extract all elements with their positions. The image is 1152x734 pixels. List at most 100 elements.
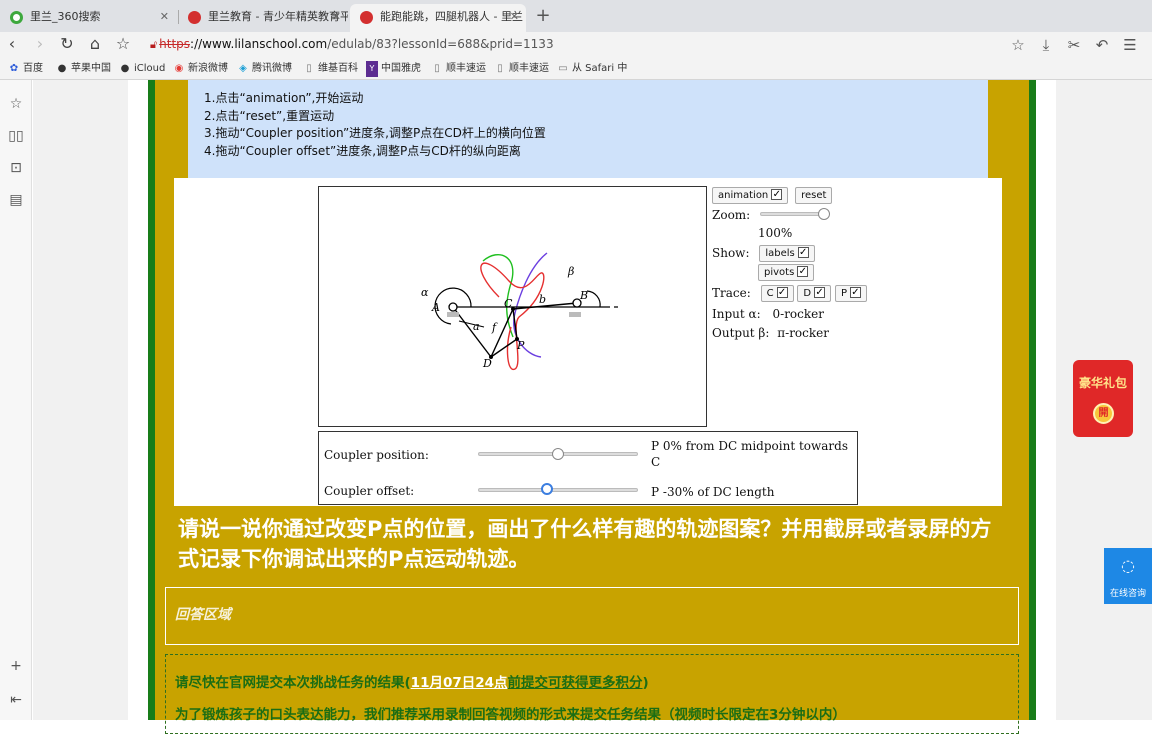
pivots-checkbox[interactable]: ✓ bbox=[797, 265, 809, 277]
forward-icon[interactable]: › bbox=[30, 34, 50, 54]
bookmark-folder-safari[interactable]: ▭ 从 Safari 中 bbox=[557, 61, 627, 77]
zoom-slider[interactable] bbox=[760, 212, 824, 216]
tab-lilan-home[interactable]: 里兰教育 - 青少年精英教育平 ✕ bbox=[178, 4, 348, 32]
menu-icon[interactable]: ☰ bbox=[1116, 34, 1144, 56]
reading-book-icon[interactable]: ▯▯ bbox=[6, 126, 26, 146]
zoom-value: 100% bbox=[758, 226, 793, 240]
open-coin-icon[interactable]: 開 bbox=[1093, 403, 1114, 424]
favorites-star-icon[interactable]: ☆ bbox=[6, 94, 26, 114]
trace-p-toggle[interactable]: P ✓ bbox=[834, 285, 867, 302]
bookmarks-bar: ✿ 百度 ● 苹果中国 ● iCloud ◉ 新浪微博 ◈ 腾讯微博 ▯ 维基百科 Y 中国雅… bbox=[0, 58, 1152, 80]
input-label: Input α: bbox=[712, 307, 761, 321]
bookmark-icloud[interactable]: ● iCloud bbox=[119, 61, 166, 77]
close-icon[interactable]: ✕ bbox=[160, 4, 169, 30]
label-link-a: a bbox=[473, 320, 480, 333]
home-icon[interactable]: ⌂ bbox=[85, 34, 105, 54]
label-alpha: α bbox=[421, 286, 429, 299]
new-tab-button[interactable]: + bbox=[534, 4, 552, 28]
coupler-offset-slider[interactable] bbox=[478, 488, 638, 492]
bookmark-star-icon[interactable]: ☆ bbox=[113, 34, 133, 54]
undo-icon[interactable]: ↶ bbox=[1088, 34, 1116, 56]
bookmark-apple-china[interactable]: ● 苹果中国 bbox=[56, 61, 111, 77]
label-beta: β bbox=[567, 265, 574, 278]
coupler-position-knob[interactable] bbox=[552, 448, 564, 460]
reload-icon[interactable]: ↻ bbox=[57, 34, 77, 54]
search-tab-icon bbox=[10, 11, 23, 24]
trace-label: Trace: bbox=[712, 286, 751, 300]
linkage-canvas[interactable]: α β A B C D P a b f bbox=[318, 186, 707, 427]
answer-area[interactable]: 回答区域 bbox=[165, 587, 1019, 645]
trace-d-checkbox[interactable]: ✓ bbox=[814, 286, 826, 298]
notes-doc-icon[interactable]: ▤ bbox=[6, 190, 26, 210]
trace-c-checkbox[interactable]: ✓ bbox=[776, 286, 788, 298]
instructions-box: 1.点击“animation”,开始运动 2.点击“reset”,重置运动 3.… bbox=[188, 80, 988, 178]
trace-c-toggle[interactable]: C ✓ bbox=[760, 285, 794, 302]
reset-button[interactable]: reset bbox=[795, 187, 833, 204]
show-label: Show: bbox=[712, 246, 750, 260]
address-bar: ‹ › ↻ ⌂ ☆ 🔓︎ https://www.lilanschool.com/… bbox=[0, 32, 1152, 58]
lilan-logo-icon bbox=[360, 11, 373, 24]
online-consult-label: 在线咨询 bbox=[1109, 589, 1146, 599]
coupler-offset-value: P -30% of DC length bbox=[651, 485, 775, 499]
add-icon[interactable]: + bbox=[6, 656, 26, 676]
folder-icon: ▭ bbox=[558, 63, 568, 74]
weibo-icon: ◉ bbox=[174, 63, 184, 74]
label-b-pivot: B bbox=[579, 289, 588, 302]
tab-bar: 里兰_360搜索 ✕ 里兰教育 - 青少年精英教育平 ✕ 能跑能跳，四腿机器人 … bbox=[0, 0, 1152, 32]
zoom-slider-knob[interactable] bbox=[818, 208, 830, 220]
output-label: Output β: bbox=[712, 326, 770, 340]
trace-p-checkbox[interactable]: ✓ bbox=[849, 286, 861, 298]
close-icon[interactable]: ✕ bbox=[332, 4, 341, 30]
pivot-a bbox=[448, 302, 458, 312]
animation-checkbox[interactable]: ✓ bbox=[771, 188, 783, 200]
instruction-line: 2.点击“reset”,重置运动 bbox=[204, 108, 335, 123]
close-icon[interactable]: ✕ bbox=[510, 4, 519, 30]
page-icon: ▯ bbox=[306, 63, 312, 74]
tencent-icon: ◈ bbox=[239, 63, 247, 74]
label-link-b: b bbox=[539, 293, 546, 306]
label-a-pivot: A bbox=[431, 301, 440, 314]
pivot-b-base bbox=[569, 312, 581, 317]
apple-icon: ● bbox=[120, 63, 130, 74]
animation-toggle[interactable]: animation ✓ bbox=[712, 187, 789, 204]
coupler-controls: Coupler position: P 0% from DC midpoint … bbox=[318, 431, 858, 505]
label-link-f: f bbox=[491, 321, 498, 334]
page-icon: ▯ bbox=[434, 63, 440, 74]
coupler-position-label: Coupler position: bbox=[324, 448, 429, 462]
history-box-icon[interactable]: ⊡ bbox=[6, 158, 26, 178]
online-consult-button[interactable]: ◌ 在线咨询 bbox=[1104, 548, 1152, 604]
labels-toggle[interactable]: labels ✓ bbox=[759, 245, 815, 262]
back-icon[interactable]: ‹ bbox=[2, 34, 22, 54]
pivots-toggle[interactable]: pivots ✓ bbox=[758, 264, 815, 281]
four-bar-linkage-diagram: α β A B C D P a b f bbox=[421, 252, 619, 370]
gift-pack-widget[interactable]: 豪华礼包 開 bbox=[1073, 360, 1133, 437]
labels-checkbox[interactable]: ✓ bbox=[797, 246, 809, 258]
bookmark-tencent-weibo[interactable]: ◈ 腾讯微博 bbox=[237, 61, 292, 77]
instruction-line: 3.拖动“Coupler position”进度条,调整P点在CD杆上的横向位置 bbox=[204, 126, 546, 140]
bookmark-sf-express-2[interactable]: ▯ 顺丰速运 bbox=[494, 61, 549, 77]
deadline-date[interactable]: 11月07日24点 bbox=[411, 675, 508, 691]
apple-icon: ● bbox=[57, 63, 67, 74]
tab-robot-lesson[interactable]: 能跑能跳，四腿机器人 - 里兰 ✕ bbox=[350, 4, 526, 32]
bookmark-sf-express[interactable]: ▯ 顺丰速运 bbox=[431, 61, 486, 77]
bookmark-wikipedia[interactable]: ▯ 维基百科 bbox=[303, 61, 358, 77]
gift-pack-title: 豪华礼包 bbox=[1078, 376, 1127, 390]
simulation-controls: animation ✓ reset Zoom: 100% Show: labels… bbox=[712, 186, 1002, 340]
bookmark-yahoo-china[interactable]: Y 中国雅虎 bbox=[366, 61, 421, 77]
tab-search[interactable]: 里兰_360搜索 ✕ bbox=[0, 4, 176, 32]
download-icon[interactable]: ⤓ bbox=[1032, 34, 1060, 56]
url-field[interactable]: 🔓︎ https://www.lilanschool.com/edulab/83?… bbox=[150, 36, 554, 53]
instruction-line: 1.点击“animation”,开始运动 bbox=[204, 91, 364, 105]
beta-arc bbox=[586, 290, 601, 308]
favorite-star-icon[interactable]: ☆ bbox=[1004, 34, 1032, 56]
scissors-icon[interactable]: ✂ bbox=[1060, 34, 1088, 56]
input-value: 0-rocker bbox=[772, 307, 824, 321]
arrow-link bbox=[458, 320, 485, 328]
trace-d-toggle[interactable]: D ✓ bbox=[797, 285, 832, 302]
output-value: π-rocker bbox=[777, 326, 829, 340]
bookmark-baidu[interactable]: ✿ 百度 bbox=[8, 61, 43, 77]
bookmark-sina-weibo[interactable]: ◉ 新浪微博 bbox=[173, 61, 228, 77]
collapse-sidebar-icon[interactable]: ⇤ bbox=[6, 690, 26, 710]
submit-link[interactable]: 前提交可获得更多积分 bbox=[508, 675, 643, 691]
coupler-offset-knob[interactable] bbox=[540, 483, 553, 495]
